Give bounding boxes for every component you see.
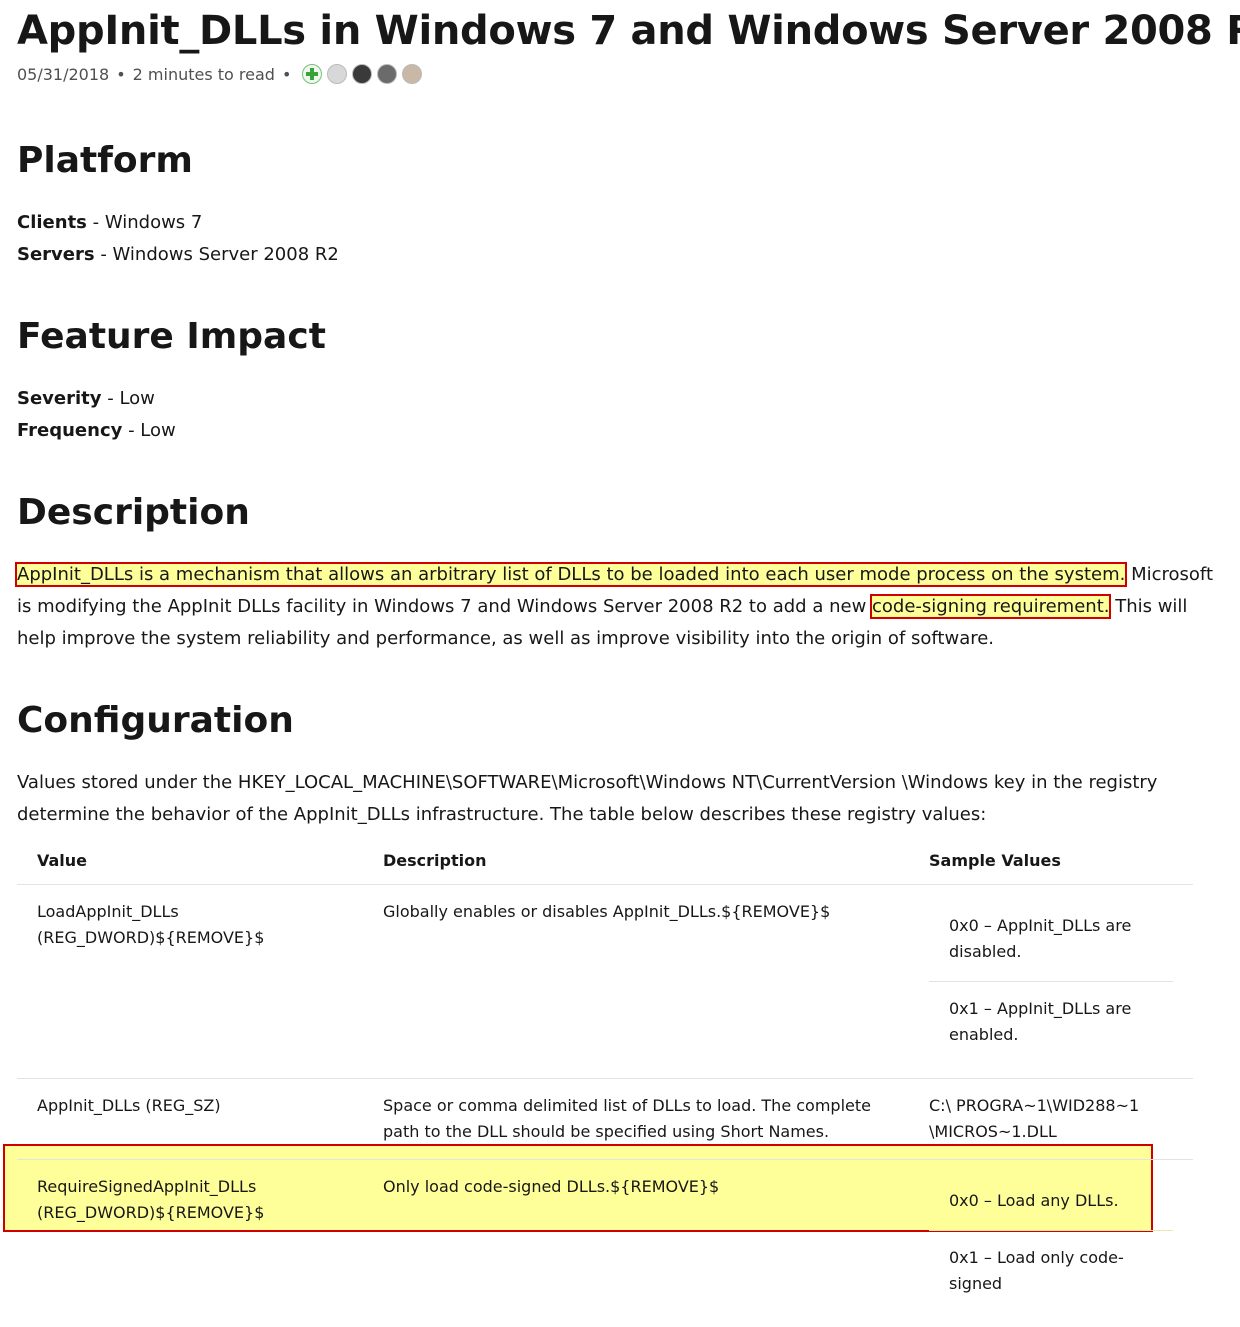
sample-value-line: \MICROS~1.DLL	[929, 1119, 1173, 1145]
cell-sample-values: 0x0 – AppInit_DLLs are disabled. 0x1 – A…	[909, 885, 1193, 1079]
column-header-value: Value	[17, 836, 363, 885]
frequency-label: Frequency	[17, 420, 122, 441]
platform-clients: Clients - Windows 7	[17, 212, 202, 233]
description-line-1: AppInit_DLLs is a mechanism that allows …	[17, 559, 1213, 591]
description-line-2: is modifying the AppInit DLLs facility i…	[17, 591, 1187, 623]
table-row: AppInit_DLLs (REG_SZ) Space or comma del…	[17, 1079, 1193, 1160]
column-header-description: Description	[363, 836, 909, 885]
sample-value-line: 0x0 – AppInit_DLLs are	[949, 913, 1153, 939]
cell-value: AppInit_DLLs (REG_SZ)	[17, 1079, 363, 1160]
value-name: LoadAppInit_DLLs	[37, 899, 343, 925]
registry-values-table: Value Description Sample Values LoadAppI…	[17, 836, 1193, 1327]
cell-value: RequireSignedAppInit_DLLs (REG_DWORD)${R…	[17, 1160, 363, 1327]
value-type: (REG_DWORD)${REMOVE}$	[37, 925, 343, 951]
heading-configuration: Configuration	[17, 700, 294, 741]
cell-sample-values: C:\ PROGRA~1\WID288~1 \MICROS~1.DLL	[909, 1079, 1193, 1160]
sample-value: 0x0 – Load any DLLs.	[929, 1174, 1173, 1230]
article-metadata: 05/31/2018 • 2 minutes to read •	[17, 64, 427, 84]
meta-separator: •	[282, 65, 291, 84]
sample-value: 0x1 – AppInit_DLLs are enabled.	[929, 981, 1173, 1064]
configuration-line-2: determine the behavior of the AppInit_DL…	[17, 799, 986, 831]
column-header-sample-values: Sample Values	[909, 836, 1193, 885]
highlighted-code-signing: code-signing requirement.	[872, 596, 1109, 617]
clients-label: Clients	[17, 212, 87, 233]
frequency-value: - Low	[122, 420, 175, 441]
sample-value: 0x1 – Load only code-signed	[929, 1230, 1173, 1313]
cell-description: Globally enables or disables AppInit_DLL…	[363, 885, 909, 1079]
sample-value-line: 0x1 – Load only code-signed	[949, 1245, 1153, 1297]
cell-sample-values: 0x0 – Load any DLLs. 0x1 – Load only cod…	[909, 1160, 1193, 1327]
plus-icon	[303, 65, 321, 83]
read-time: 2 minutes to read	[133, 65, 275, 84]
page-title: AppInit_DLLs in Windows 7 and Windows Se…	[17, 8, 1240, 54]
sample-value-line: disabled.	[949, 939, 1153, 965]
contributor-avatar-4[interactable]	[377, 64, 397, 84]
description-line-3: help improve the system reliability and …	[17, 623, 994, 655]
configuration-line-1: Values stored under the HKEY_LOCAL_MACHI…	[17, 767, 1157, 799]
cell-description: Space or comma delimited list of DLLs to…	[363, 1079, 909, 1160]
severity-label: Severity	[17, 388, 102, 409]
publish-date: 05/31/2018	[17, 65, 109, 84]
impact-frequency: Frequency - Low	[17, 420, 176, 441]
contributor-avatar-1[interactable]	[302, 64, 322, 84]
servers-label: Servers	[17, 244, 95, 265]
servers-value: - Windows Server 2008 R2	[95, 244, 339, 265]
meta-separator: •	[116, 65, 125, 84]
highlighted-sentence: AppInit_DLLs is a mechanism that allows …	[17, 564, 1125, 585]
heading-platform: Platform	[17, 140, 193, 181]
description-text: Space or comma delimited list of DLLs to…	[383, 1093, 889, 1119]
description-line-2-head: is modifying the AppInit DLLs facility i…	[17, 596, 872, 617]
description-line-1-tail: Microsoft	[1125, 564, 1213, 585]
table-row-highlighted: RequireSignedAppInit_DLLs (REG_DWORD)${R…	[17, 1160, 1193, 1327]
sample-value-line: 0x1 – AppInit_DLLs are	[949, 996, 1153, 1022]
platform-servers: Servers - Windows Server 2008 R2	[17, 244, 339, 265]
description-text: path to the DLL should be specified usin…	[383, 1119, 889, 1145]
heading-feature-impact: Feature Impact	[17, 316, 326, 357]
contributor-avatar-2[interactable]	[327, 64, 347, 84]
sample-value-line: 0x0 – Load any DLLs.	[949, 1188, 1153, 1214]
heading-description: Description	[17, 492, 250, 533]
cell-value: LoadAppInit_DLLs (REG_DWORD)${REMOVE}$	[17, 885, 363, 1079]
sample-value-line: enabled.	[949, 1022, 1153, 1048]
description-text: Only load code-signed DLLs.${REMOVE}$	[383, 1174, 889, 1200]
clients-value: - Windows 7	[87, 212, 202, 233]
impact-severity: Severity - Low	[17, 388, 155, 409]
severity-value: - Low	[102, 388, 155, 409]
contributor-avatar-5[interactable]	[402, 64, 422, 84]
contributors-list	[302, 64, 427, 84]
table-row: LoadAppInit_DLLs (REG_DWORD)${REMOVE}$ G…	[17, 885, 1193, 1079]
value-name: RequireSignedAppInit_DLLs	[37, 1174, 343, 1200]
sample-value-line: C:\ PROGRA~1\WID288~1	[929, 1093, 1173, 1119]
value-type: (REG_DWORD)${REMOVE}$	[37, 1200, 343, 1226]
description-line-2-tail: This will	[1109, 596, 1187, 617]
value-name: AppInit_DLLs (REG_SZ)	[37, 1093, 343, 1119]
sample-value: 0x0 – AppInit_DLLs are disabled.	[929, 899, 1173, 981]
table-header-row: Value Description Sample Values	[17, 836, 1193, 885]
contributor-avatar-3[interactable]	[352, 64, 372, 84]
description-text: Globally enables or disables AppInit_DLL…	[383, 899, 889, 925]
cell-description: Only load code-signed DLLs.${REMOVE}$	[363, 1160, 909, 1327]
